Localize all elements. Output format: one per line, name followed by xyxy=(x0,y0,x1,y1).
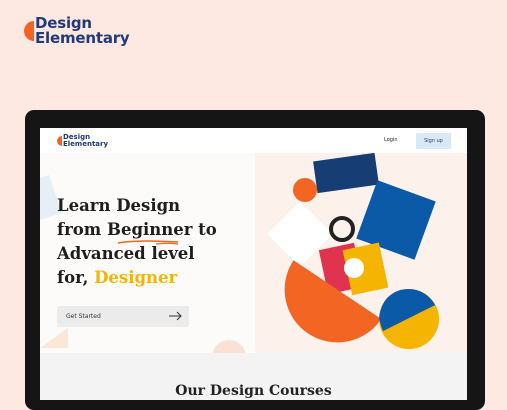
headline-line-1: Learn Design xyxy=(57,196,181,215)
website-screen: Design Elementary Login Sign up Learn De… xyxy=(40,128,467,400)
orange-dot-shape xyxy=(293,178,317,202)
headline-line-4: for, Designer xyxy=(57,266,257,290)
site-logo-line-2: Elementary xyxy=(63,140,109,148)
login-link[interactable]: Login xyxy=(384,137,398,143)
headline-accent: Designer xyxy=(94,268,178,287)
get-started-button[interactable]: Get Started xyxy=(57,306,189,327)
brand-line-2: Elementary xyxy=(35,29,130,47)
courses-section: Our Design Courses xyxy=(40,353,467,400)
split-circle-shape xyxy=(379,288,439,349)
navy-rectangle-shape xyxy=(313,153,379,194)
black-ring-shape xyxy=(329,216,355,242)
courses-title: Our Design Courses xyxy=(175,383,332,399)
headline-prefix: for, xyxy=(57,268,95,287)
site-logo[interactable]: Design Elementary xyxy=(55,134,115,154)
decorative-triangle xyxy=(40,328,68,348)
get-started-label: Get Started xyxy=(66,313,101,320)
geometric-illustration xyxy=(267,153,439,349)
brand-logo: Design Elementary xyxy=(20,16,130,48)
signup-button[interactable]: Sign up xyxy=(416,133,451,149)
arrow-right-icon xyxy=(169,311,182,321)
scribble-underline xyxy=(117,240,179,245)
